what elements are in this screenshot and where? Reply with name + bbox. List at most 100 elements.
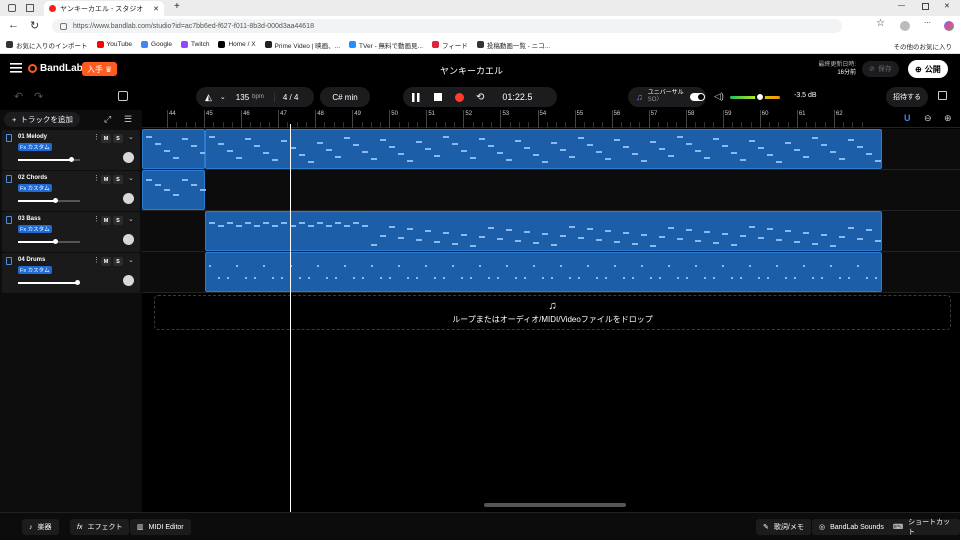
tab-actions-icon[interactable]: [26, 4, 34, 12]
metronome-icon[interactable]: ◭: [205, 92, 212, 103]
mixer-icon[interactable]: [118, 91, 128, 101]
track-menu-icon[interactable]: ⋮: [93, 256, 100, 264]
bookmark-item[interactable]: Prime Video | 映画、...: [264, 40, 340, 50]
solo-button[interactable]: S: [113, 175, 123, 184]
midi-clip[interactable]: [205, 211, 882, 251]
track-volume-slider[interactable]: [18, 280, 80, 285]
pan-knob[interactable]: [123, 193, 134, 204]
track-name[interactable]: 04 Drums: [18, 257, 45, 263]
bookmark-item[interactable]: YouTube: [96, 41, 132, 48]
close-tab-icon[interactable]: ✕: [153, 5, 159, 13]
instruments-button[interactable]: ♪ 楽器: [22, 519, 59, 535]
drop-zone[interactable]: ♫ ループまたはオーディオ/MIDI/Videoファイルをドロップ: [154, 295, 951, 330]
timeline-ruler[interactable]: 44 45 46 47 48 49 50 51 52 53 54 55 56 57 58 59 60 61 62: [142, 110, 960, 128]
undo-icon[interactable]: ↶: [14, 90, 23, 103]
bookmark-item[interactable]: Home / X: [218, 41, 256, 48]
instrument-selector[interactable]: ♫ ユニバーサル SO〉: [628, 87, 706, 107]
stop-icon[interactable]: [434, 93, 442, 101]
playhead[interactable]: [290, 124, 292, 512]
magnet-icon[interactable]: U: [904, 113, 911, 123]
mute-button[interactable]: M: [101, 175, 111, 184]
bookmark-item[interactable]: お気に入りのインポート: [6, 40, 88, 50]
add-track-button[interactable]: + トラックを追加: [4, 112, 80, 127]
track-header[interactable]: 04 Drums Fx カスタム ⋮ M S ⌄: [2, 253, 140, 293]
bpm-value[interactable]: 135: [236, 93, 249, 102]
pan-knob[interactable]: [123, 234, 134, 245]
favorite-star-icon[interactable]: ☆: [876, 18, 885, 29]
bandlab-logo[interactable]: BandLab: [40, 63, 83, 74]
track-lane[interactable]: [142, 170, 960, 211]
track-volume-slider[interactable]: [18, 198, 80, 203]
pause-icon[interactable]: [412, 92, 420, 102]
instrument-toggle[interactable]: [689, 93, 705, 101]
new-tab-icon[interactable]: +: [174, 1, 180, 12]
time-signature[interactable]: 4 / 4: [273, 92, 298, 102]
bookmark-item[interactable]: Google: [141, 41, 172, 48]
mute-button[interactable]: M: [101, 257, 111, 266]
midi-clip[interactable]: [142, 170, 206, 210]
bookmark-item[interactable]: Twitch: [181, 41, 209, 48]
effects-button[interactable]: fx エフェクト: [70, 519, 130, 535]
bookmark-item[interactable]: 投稿動画一覧 - ニコ...: [476, 40, 550, 50]
midi-clip[interactable]: [142, 129, 206, 169]
track-lane[interactable]: [142, 211, 960, 252]
track-header[interactable]: 01 Melody Fx カスタム ⋮ M S ⌄: [2, 130, 140, 170]
loop-icon[interactable]: ⟲: [476, 92, 484, 103]
fx-badge[interactable]: Fx カスタム: [18, 266, 52, 274]
automation-icon[interactable]: ⤢: [104, 114, 111, 125]
chevron-down-icon[interactable]: ⌄: [128, 256, 134, 264]
track-volume-slider[interactable]: [18, 239, 80, 244]
gift-icon[interactable]: [938, 91, 947, 100]
track-name[interactable]: 01 Melody: [18, 134, 47, 140]
publish-button[interactable]: ⊕ 公開: [908, 60, 948, 78]
browser-tab[interactable]: ヤンキーカエル - スタジオ ✕: [44, 1, 164, 16]
track-menu-icon[interactable]: ⋮: [93, 215, 100, 223]
project-title[interactable]: ヤンキーカエル: [440, 64, 503, 77]
midi-clip[interactable]: [205, 129, 882, 169]
mute-button[interactable]: M: [101, 134, 111, 143]
bookmark-item[interactable]: TVer - 無料で動画見...: [349, 40, 423, 50]
pan-knob[interactable]: [123, 152, 134, 163]
chevron-down-icon[interactable]: ⌄: [128, 174, 134, 182]
redo-icon[interactable]: ↷: [34, 90, 43, 103]
chevron-down-icon[interactable]: ⌄: [128, 215, 134, 223]
track-menu-icon[interactable]: ⋮: [93, 133, 100, 141]
track-header[interactable]: 03 Bass Fx カスタム ⋮ M S ⌄: [2, 212, 140, 252]
fx-badge[interactable]: Fx カスタム: [18, 143, 52, 151]
volume-handle[interactable]: [68, 157, 74, 162]
volume-knob[interactable]: [755, 92, 765, 102]
key-button[interactable]: C# min: [320, 87, 370, 107]
bandlab-sounds-button[interactable]: ◎ BandLab Sounds: [812, 519, 891, 535]
address-bar[interactable]: https://www.bandlab.com/studio?id=ac7bb6…: [52, 19, 842, 33]
volume-handle[interactable]: [53, 239, 59, 244]
solo-button[interactable]: S: [113, 216, 123, 225]
mute-button[interactable]: M: [101, 216, 111, 225]
fx-badge[interactable]: Fx カスタム: [18, 184, 52, 192]
menu-dots-icon[interactable]: ⋯: [924, 19, 931, 27]
volume-handle[interactable]: [74, 280, 80, 285]
track-volume-slider[interactable]: [18, 157, 80, 162]
zoom-out-icon[interactable]: ⊖: [924, 113, 932, 124]
track-lane[interactable]: [142, 252, 960, 293]
lyrics-button[interactable]: ✎ 歌詞/メモ: [756, 519, 811, 535]
track-header[interactable]: 02 Chords Fx カスタム ⋮ M S ⌄: [2, 171, 140, 211]
back-icon[interactable]: ←: [8, 19, 19, 31]
copilot-icon[interactable]: [944, 21, 954, 31]
track-settings-icon[interactable]: ☰: [124, 114, 132, 125]
speaker-icon[interactable]: ◁): [714, 91, 724, 102]
minimize-icon[interactable]: —: [898, 2, 905, 9]
volume-handle[interactable]: [53, 198, 59, 203]
bookmark-item[interactable]: フィード: [431, 40, 468, 50]
other-bookmarks[interactable]: その他のお気に入り: [894, 41, 953, 51]
fx-badge[interactable]: Fx カスタム: [18, 225, 52, 233]
save-button[interactable]: ⊘ 保存: [862, 61, 899, 77]
site-info-icon[interactable]: [60, 22, 67, 30]
join-button[interactable]: 入手 ♛: [82, 62, 118, 76]
solo-button[interactable]: S: [113, 257, 123, 266]
invite-button[interactable]: 招待する: [886, 87, 928, 107]
zoom-in-icon[interactable]: ⊕: [944, 113, 952, 124]
track-lane[interactable]: [142, 129, 960, 170]
horizontal-scrollbar[interactable]: [484, 503, 626, 507]
pan-knob[interactable]: [123, 275, 134, 286]
midi-editor-button[interactable]: ▥ MIDI Editor: [130, 519, 191, 535]
